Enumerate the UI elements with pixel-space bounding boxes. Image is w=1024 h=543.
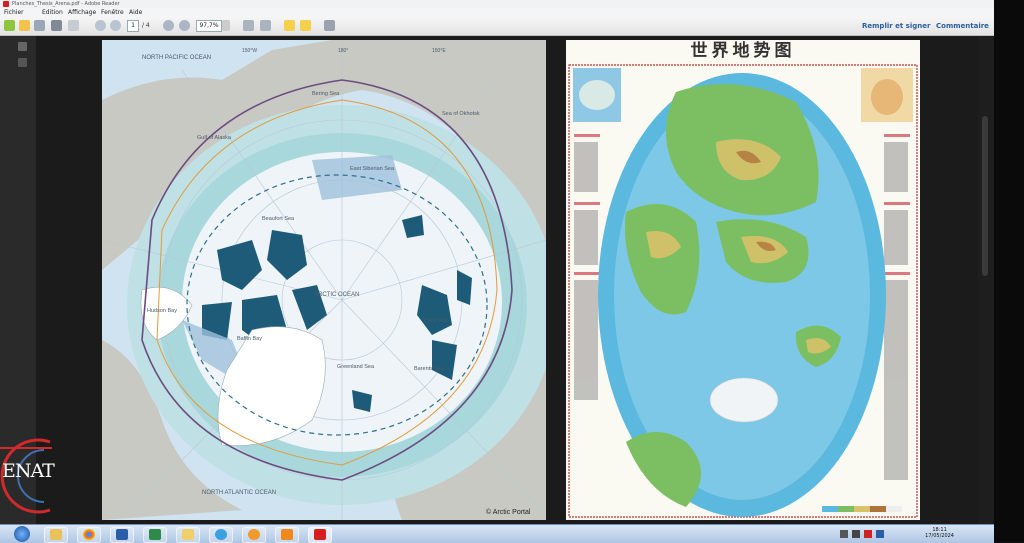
enat-logo-text: ENAT — [2, 460, 55, 482]
attachment-icon[interactable] — [18, 58, 27, 67]
label-arctic-ocean: ARCTIC OCEAN — [314, 292, 359, 298]
taskbar: 18:11 17/05/2024 — [0, 524, 994, 543]
folder-open-icon — [182, 529, 194, 540]
tray-icon-volume[interactable] — [852, 530, 860, 538]
menu-edit[interactable]: Edition — [42, 9, 63, 16]
label-barents: Barents Sea — [414, 366, 445, 372]
clock-date: 17/05/2024 — [925, 533, 954, 539]
comment-bubble-icon[interactable] — [284, 20, 295, 31]
pdf-icon — [314, 529, 326, 540]
page-total: / 4 — [142, 22, 150, 29]
start-button[interactable] — [14, 526, 30, 542]
print-icon[interactable] — [51, 20, 62, 31]
menu-help[interactable]: Aide — [129, 9, 142, 16]
zoom-dropdown-icon[interactable] — [222, 20, 230, 31]
comment-button[interactable]: Commentaire — [936, 22, 989, 30]
map-credit: © Arctic Portal — [486, 508, 531, 516]
taskbar-word[interactable] — [110, 527, 134, 543]
fit-page-icon[interactable] — [243, 20, 254, 31]
window-title: Planches_Thesis_Arena.pdf - Adobe Reader — [12, 1, 120, 7]
highlight-icon[interactable] — [300, 20, 311, 31]
taskbar-vlc[interactable] — [275, 527, 299, 543]
save-icon[interactable] — [34, 20, 45, 31]
label-lon-150w: 150°W — [242, 48, 257, 54]
taskbar-explorer[interactable] — [44, 527, 68, 543]
next-page-icon[interactable] — [110, 20, 121, 31]
orange-app-icon — [248, 529, 260, 540]
page-number-input[interactable]: 1 — [127, 20, 139, 32]
pages-panel-icon[interactable] — [18, 42, 27, 51]
taskbar-acrobat[interactable] — [308, 527, 332, 543]
label-gulf-alaska: Gulf of Alaska — [197, 135, 232, 141]
chrome-icon — [83, 529, 95, 540]
zoom-in-icon[interactable] — [179, 20, 190, 31]
toolbar: 1 / 4 97,7% Remplir et signer Commentair… — [0, 17, 994, 36]
scrollbar-thumb[interactable] — [982, 116, 988, 276]
label-lon-150e: 150°E — [432, 48, 446, 54]
excel-icon — [149, 529, 161, 540]
taskbar-chrome[interactable] — [77, 527, 101, 543]
create-icon[interactable] — [4, 20, 15, 31]
world-map-title: 世界地势图 — [690, 41, 796, 61]
menu-file[interactable]: Fichier — [4, 9, 24, 16]
label-hudson: Hudson Bay — [147, 308, 177, 314]
email-icon[interactable] — [68, 20, 79, 31]
previous-page-icon[interactable] — [95, 20, 106, 31]
label-east-siberian: East Siberian Sea — [350, 166, 395, 172]
menu-window[interactable]: Fenêtre — [101, 9, 124, 16]
vertical-scrollbar[interactable] — [978, 36, 994, 524]
taskbar-files[interactable] — [176, 527, 200, 543]
zoom-out-icon[interactable] — [163, 20, 174, 31]
open-folder-icon[interactable] — [19, 20, 30, 31]
folder-icon — [50, 529, 62, 540]
fit-width-icon[interactable] — [260, 20, 271, 31]
expand-icon[interactable] — [324, 20, 335, 31]
fill-sign-button[interactable]: Remplir et signer — [862, 22, 930, 30]
vlc-icon — [281, 529, 293, 540]
tray-icon-language[interactable] — [876, 530, 884, 538]
tray-icon-red[interactable] — [864, 530, 872, 538]
skype-icon — [215, 529, 227, 540]
taskbar-app-orange[interactable] — [242, 527, 266, 543]
label-beaufort: Beaufort Sea — [262, 216, 295, 222]
label-north-atlantic: NORTH ATLANTIC OCEAN — [202, 490, 276, 496]
world-map-page: 世界地势图 — [566, 40, 920, 520]
taskbar-clock[interactable]: 18:11 17/05/2024 — [925, 527, 954, 539]
taskbar-excel[interactable] — [143, 527, 167, 543]
acrobat-app-icon — [3, 1, 9, 7]
label-greenland-sea: Greenland Sea — [337, 364, 375, 370]
arctic-map: NORTH PACIFIC OCEAN Bering Sea Sea of Ok… — [102, 40, 546, 520]
menu-bar: Fichier Edition Affichage Fenêtre Aide — [0, 8, 994, 17]
menu-view[interactable]: Affichage — [68, 9, 96, 16]
label-okhotsk: Sea of Okhotsk — [442, 111, 480, 117]
taskbar-skype[interactable] — [209, 527, 233, 543]
screen-edge — [994, 0, 1024, 542]
label-lon-180: 180° — [338, 48, 348, 54]
tray-icon-network[interactable] — [840, 530, 848, 538]
label-bering-sea: Bering Sea — [312, 91, 340, 97]
enat-logo: ENAT — [0, 428, 60, 524]
word-icon — [116, 529, 128, 540]
label-kara: Kara Sea — [424, 318, 448, 324]
world-relief-map — [566, 62, 920, 520]
zoom-level-input[interactable]: 97,7% — [196, 20, 222, 32]
label-baffin: Baffin Bay — [237, 336, 262, 342]
label-north-pacific: NORTH PACIFIC OCEAN — [142, 55, 211, 61]
